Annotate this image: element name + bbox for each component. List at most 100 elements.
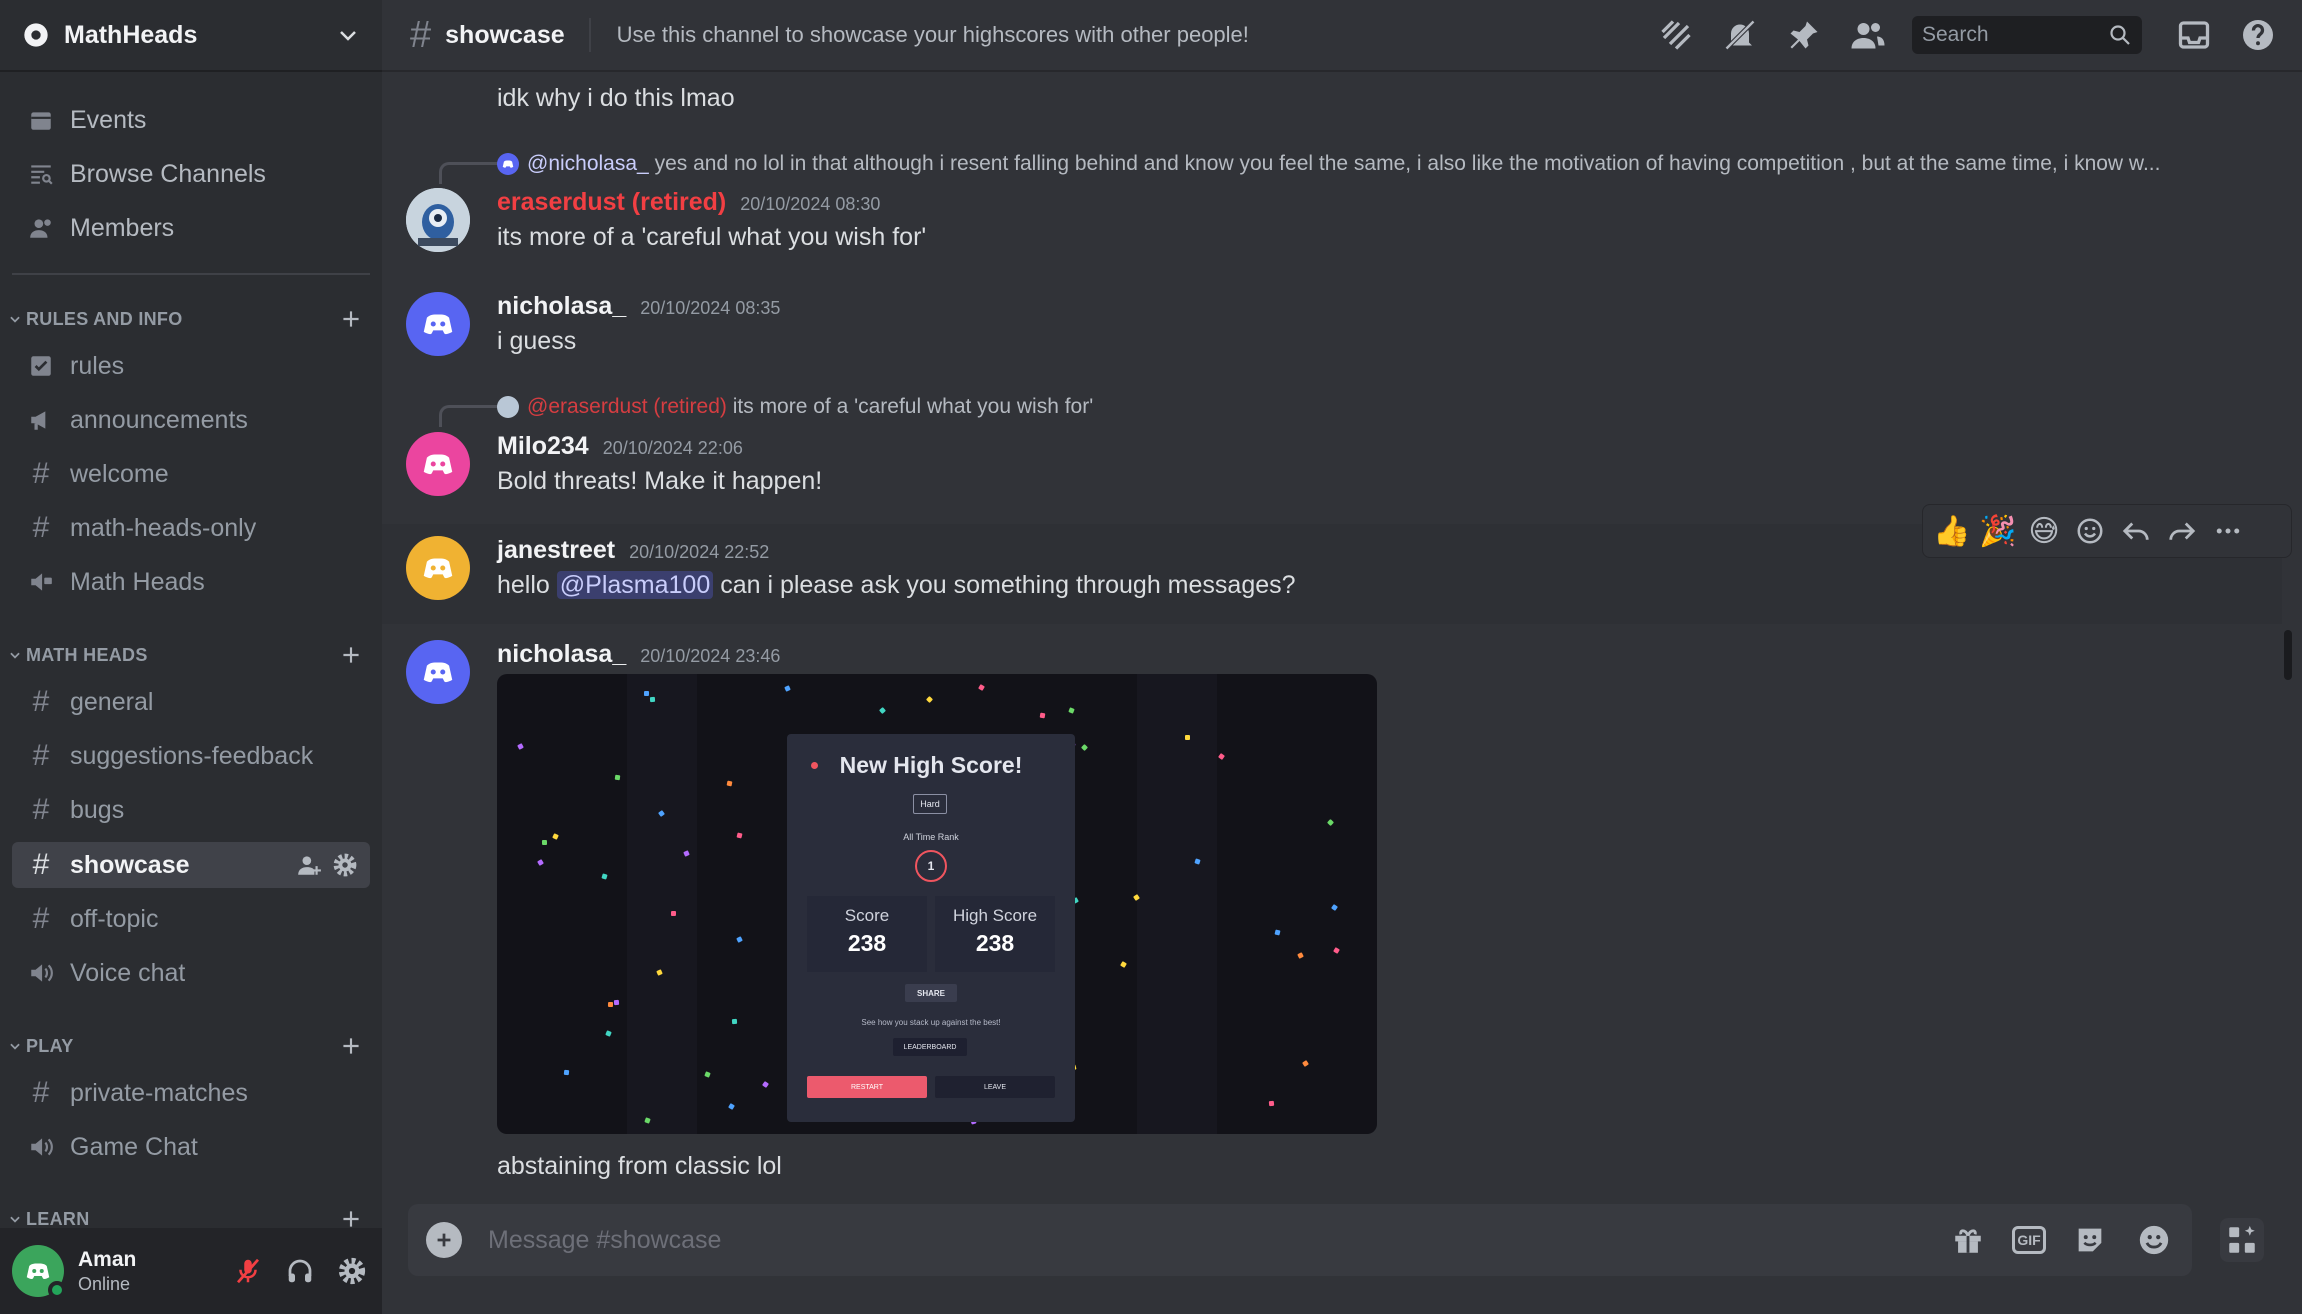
message-author[interactable]: nicholasa_: [497, 292, 626, 321]
calendar-icon: [26, 105, 56, 135]
member-list-icon[interactable]: [1848, 15, 1888, 55]
confetti-piece: [978, 683, 986, 691]
threads-icon[interactable]: [1656, 15, 1696, 55]
message-timestamp: 20/10/2024 08:35: [640, 298, 781, 318]
sidebar-item-events[interactable]: Events: [12, 97, 370, 143]
avatar[interactable]: [406, 188, 470, 252]
speaker-icon: [26, 1132, 56, 1162]
create-channel-icon[interactable]: [338, 306, 364, 332]
search-bar[interactable]: Search: [1912, 16, 2142, 54]
pin-icon[interactable]: [1784, 15, 1824, 55]
channel-showcase[interactable]: # showcase: [12, 842, 370, 888]
confetti-piece: [1268, 1100, 1274, 1106]
channel-sidebar: MathHeads Events Browse Channels Members…: [0, 0, 382, 1314]
sticker-icon[interactable]: [2070, 1220, 2110, 1260]
add-reaction-icon[interactable]: [2068, 509, 2112, 553]
channel-announcements[interactable]: announcements: [12, 397, 370, 443]
image-attachment[interactable]: New High Score! Hard All Time Rank 1 Sco…: [497, 674, 1377, 1134]
message-author[interactable]: janestreet: [497, 536, 615, 565]
chevron-down-icon[interactable]: [336, 23, 360, 47]
confetti-piece: [1332, 947, 1340, 955]
avatar[interactable]: [406, 292, 470, 356]
difficulty-badge: Hard: [913, 794, 947, 814]
message-author[interactable]: eraserdust (retired): [497, 188, 726, 217]
message-author[interactable]: Milo234: [497, 432, 589, 461]
reaction-sweat-smile[interactable]: 😅: [2022, 509, 2066, 553]
add-attachment-icon[interactable]: [426, 1222, 462, 1258]
confetti-piece: [761, 1081, 769, 1089]
emoji-icon[interactable]: [2134, 1220, 2174, 1260]
forward-icon[interactable]: [2160, 509, 2204, 553]
create-invite-icon[interactable]: [296, 852, 322, 878]
apps-icon[interactable]: [2220, 1218, 2264, 1262]
avatar[interactable]: [406, 432, 470, 496]
more-options-icon[interactable]: [2206, 509, 2250, 553]
background-stripe: [627, 674, 697, 1134]
header-divider: [588, 18, 591, 52]
rules-icon: [26, 351, 56, 381]
sidebar-item-members[interactable]: Members: [12, 205, 370, 251]
channel-private-matches[interactable]: # private-matches: [12, 1070, 370, 1116]
message-input[interactable]: [488, 1225, 1924, 1255]
confetti-piece: [726, 780, 733, 786]
reply-preview[interactable]: @nicholasa_ yes and no lol in that altho…: [497, 152, 2160, 176]
confetti-piece: [1184, 735, 1190, 741]
channel-welcome[interactable]: # welcome: [12, 451, 370, 497]
notification-bell-muted-icon[interactable]: [1720, 15, 1760, 55]
reaction-party[interactable]: 🎉: [1976, 509, 2020, 553]
confetti-piece: [728, 1103, 735, 1111]
gift-icon[interactable]: [1948, 1220, 1988, 1260]
message-author[interactable]: nicholasa_: [497, 640, 626, 669]
confetti-piece: [671, 911, 677, 917]
gear-icon[interactable]: [332, 852, 358, 878]
channel-bugs[interactable]: # bugs: [12, 787, 370, 833]
create-channel-icon[interactable]: [338, 1033, 364, 1059]
channel-math-heads-voice[interactable]: Math Heads: [12, 559, 370, 605]
channel-suggestions-feedback[interactable]: # suggestions-feedback: [12, 733, 370, 779]
locked-voice-icon: [26, 567, 56, 597]
scrollbar-thumb[interactable]: [2284, 630, 2292, 680]
server-header[interactable]: MathHeads: [0, 0, 382, 72]
reply-avatar: [497, 396, 519, 418]
hash-icon: #: [32, 685, 50, 718]
channel-math-heads-only[interactable]: # math-heads-only: [12, 505, 370, 551]
avatar[interactable]: [406, 640, 470, 704]
chevron-down-icon: [8, 1039, 22, 1053]
confetti-piece: [541, 840, 548, 846]
locked-hash-icon: #: [32, 511, 50, 544]
confetti-piece: [703, 1071, 711, 1078]
channel-general[interactable]: # general: [12, 679, 370, 725]
avatar[interactable]: [12, 1245, 66, 1299]
confetti-piece: [1068, 707, 1075, 715]
channel-rules[interactable]: rules: [12, 343, 370, 389]
inbox-icon[interactable]: [2174, 15, 2214, 55]
reply-preview[interactable]: @eraserdust (retired) its more of a 'car…: [497, 395, 1093, 419]
high-score-title: New High Score!: [839, 752, 1023, 778]
user-settings-gear-icon[interactable]: [334, 1253, 370, 1289]
leaderboard-note: See how you stack up against the best!: [861, 1018, 1001, 1027]
hash-icon: #: [32, 1076, 50, 1109]
channel-voice-chat[interactable]: Voice chat: [12, 950, 370, 996]
help-icon[interactable]: [2238, 15, 2278, 55]
mute-microphone-icon[interactable]: [230, 1253, 266, 1289]
gif-button[interactable]: GIF: [2012, 1226, 2046, 1254]
headphones-icon[interactable]: [282, 1253, 318, 1289]
user-mention[interactable]: @Plasma100: [556, 571, 714, 599]
channel-topic[interactable]: Use this channel to showcase your highsc…: [617, 22, 1656, 48]
category-rules-and-info[interactable]: RULES AND INFO: [8, 304, 374, 334]
avatar[interactable]: [406, 536, 470, 600]
reaction-thumbs-up[interactable]: 👍: [1930, 509, 1974, 553]
category-math-heads[interactable]: MATH HEADS: [8, 640, 374, 670]
sidebar-item-browse-channels[interactable]: Browse Channels: [12, 151, 370, 197]
search-input[interactable]: Search: [1922, 23, 2108, 47]
confetti-piece: [643, 690, 649, 696]
high-score-card: New High Score! Hard All Time Rank 1 Sco…: [787, 734, 1075, 1122]
confetti-piece: [1080, 744, 1088, 752]
members-icon: [26, 213, 56, 243]
message-header: nicholasa_ 20/10/2024 23:46: [497, 640, 780, 669]
channel-off-topic[interactable]: # off-topic: [12, 896, 370, 942]
channel-game-chat[interactable]: Game Chat: [12, 1124, 370, 1170]
create-channel-icon[interactable]: [338, 642, 364, 668]
category-play[interactable]: PLAY: [8, 1031, 374, 1061]
reply-icon[interactable]: [2114, 509, 2158, 553]
